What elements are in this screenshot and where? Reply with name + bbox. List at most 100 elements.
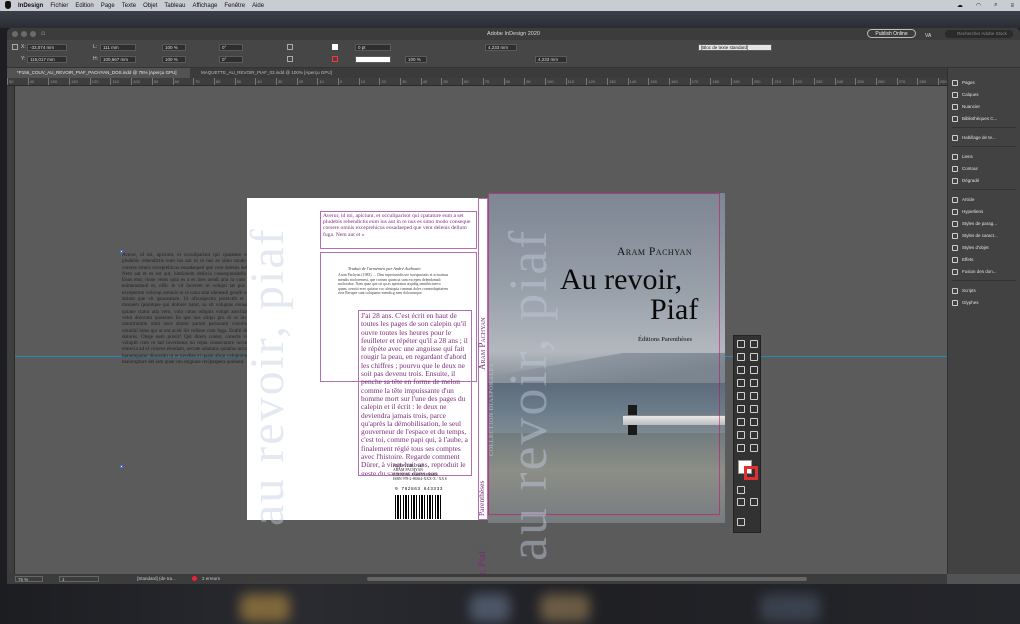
paragraph-style-status[interactable]: [Standard] (de tra...	[135, 576, 189, 582]
pen-tool-icon[interactable]	[737, 379, 745, 387]
isbn-barcode[interactable]	[395, 495, 443, 519]
formatting-container-icon[interactable]	[737, 486, 745, 494]
menu-affichage[interactable]: Affichage	[192, 3, 217, 9]
panel-item-libraries[interactable]: Bibliothèques C...	[952, 114, 997, 123]
w3-field[interactable]: 4,233 mm	[535, 56, 567, 63]
vertical-ruler[interactable]	[7, 86, 15, 574]
dock-app-icon[interactable]	[540, 594, 590, 622]
height-field[interactable]: 100,667 mm	[100, 56, 136, 63]
selection-tool-icon[interactable]	[737, 340, 745, 348]
zoom-level-field[interactable]: 75 %	[15, 576, 43, 582]
page-number-field[interactable]: 1	[59, 576, 99, 582]
close-window-button[interactable]	[12, 31, 18, 37]
panel-item-gradient[interactable]: Dégradé	[952, 176, 979, 185]
panel-item-glyphs[interactable]: Glyphes	[952, 298, 979, 307]
scale-x-field[interactable]: 100 %	[162, 44, 186, 51]
selection-handle[interactable]	[120, 250, 123, 253]
page-tool-icon[interactable]	[737, 353, 745, 361]
gap-tool-icon[interactable]	[750, 353, 758, 361]
menu-app-name[interactable]: InDesign	[18, 3, 43, 9]
note-tool-icon[interactable]	[737, 431, 745, 439]
scissors-tool-icon[interactable]	[737, 405, 745, 413]
panel-item-article[interactable]: Article	[952, 195, 975, 204]
rectangle-tool-icon[interactable]	[750, 392, 758, 400]
apply-none-icon[interactable]	[750, 498, 758, 506]
panel-item-links[interactable]: Liens	[952, 152, 973, 161]
stroke-color-icon[interactable]	[744, 466, 758, 480]
apply-color-icon[interactable]	[737, 498, 745, 506]
panel-item-scripts[interactable]: Scripts	[952, 286, 976, 295]
publish-online-button[interactable]: Publish Online	[867, 29, 916, 38]
creative-cloud-icon[interactable]: ☁	[957, 2, 963, 9]
panel-item-effects[interactable]: Effets	[952, 255, 973, 264]
y-field[interactable]: 115,017 mm	[27, 56, 67, 63]
menu-edition[interactable]: Edition	[75, 3, 93, 9]
shear-field[interactable]: 0°	[219, 56, 243, 63]
width-field[interactable]: 111 mm	[100, 44, 136, 51]
panel-item-text-wrap[interactable]: Habillage de te...	[952, 133, 996, 142]
wifi-icon[interactable]: ◠	[976, 2, 981, 9]
panel-item-pages[interactable]: Pages	[952, 78, 975, 87]
horizontal-ruler[interactable]: 50 40 150 130 120 110 100 90 80 70 60 50 40 30 20 10 0 10…	[7, 78, 947, 86]
rotation-field[interactable]: 0°	[219, 44, 243, 51]
opacity-field[interactable]: 100 %	[405, 56, 427, 63]
menu-tableau[interactable]: Tableau	[164, 3, 185, 9]
apple-icon[interactable]	[5, 1, 11, 9]
rectangle-frame-tool-icon[interactable]	[737, 392, 745, 400]
menu-fichier[interactable]: Fichier	[50, 3, 68, 9]
back-quote-frame[interactable]: J'ai 28 ans. C'est écrit en haut de tout…	[358, 310, 472, 476]
x-field[interactable]: -33,074 mm	[27, 44, 67, 51]
preflight-error-icon[interactable]	[192, 576, 197, 581]
object-style-dropdown[interactable]: [Bloc de texte standard]	[698, 44, 772, 51]
w2-field[interactable]: 4,233 mm	[485, 44, 517, 51]
preflight-errors[interactable]: 2 erreurs	[200, 576, 238, 582]
search-icon[interactable]: ⌕	[994, 2, 997, 9]
back-blurb-frame[interactable]: Averur, id mi, apiciunt, et occulipariso…	[320, 211, 477, 249]
screen-mode-icon[interactable]	[737, 518, 745, 526]
panel-item-hyperlinks[interactable]: Hyperliens	[952, 207, 983, 216]
menu-fenetre[interactable]: Fenêtre	[224, 3, 245, 9]
panel-item-data-merge[interactable]: Fusion des don...	[952, 267, 997, 276]
dock-app-icon[interactable]	[470, 594, 510, 622]
fill-swatch-icon[interactable]	[332, 44, 338, 50]
gradient-tool-icon[interactable]	[737, 418, 745, 426]
eyedropper-tool-icon[interactable]	[750, 431, 758, 439]
panel-item-swatches[interactable]: Nuancier	[952, 102, 980, 111]
flip-icon[interactable]	[287, 56, 293, 62]
scale-y-field[interactable]: 100 %	[162, 56, 186, 63]
panel-item-stroke[interactable]: Contour	[952, 164, 978, 173]
type-tool-icon[interactable]	[737, 366, 745, 374]
zoom-window-button[interactable]	[30, 31, 36, 37]
tab-cover-document[interactable]: *P156_COUV_AU_REVOIR_PIAF_PACHYAN_DOS.in…	[7, 68, 190, 78]
horizontal-scrollbar[interactable]	[367, 577, 807, 581]
panel-item-paragraph-styles[interactable]: Styles de parag...	[952, 219, 997, 228]
dock-app-icon[interactable]	[760, 594, 820, 622]
panel-item-object-styles[interactable]: Styles d'objet	[952, 243, 989, 252]
stroke-swatch-icon[interactable]	[332, 56, 338, 62]
menu-page[interactable]: Page	[101, 3, 115, 9]
tab-layout-document[interactable]: MAQUETTE_AU_REVOIR_PIAF_03.indd @ 100% […	[191, 68, 366, 78]
panel-item-layers[interactable]: Calques	[952, 90, 979, 99]
dock-app-icon[interactable]	[240, 594, 290, 622]
line-tool-icon[interactable]	[750, 366, 758, 374]
selection-handle[interactable]	[120, 465, 123, 468]
menu-texte[interactable]: Texte	[122, 3, 136, 9]
menu-aide[interactable]: Aide	[252, 3, 264, 9]
hand-tool-icon[interactable]	[737, 444, 745, 452]
rotate-icon[interactable]	[287, 44, 293, 50]
direct-selection-tool-icon[interactable]	[750, 340, 758, 348]
minimize-window-button[interactable]	[21, 31, 27, 37]
pasteboard[interactable]: Averur, id mi, apiciunt, et occulipariso…	[15, 86, 947, 574]
home-icon[interactable]: ⌂	[41, 28, 45, 40]
pencil-tool-icon[interactable]	[750, 379, 758, 387]
stock-search-input[interactable]: Rechercher Adobe Stock	[945, 30, 1013, 38]
stroke-type-field[interactable]	[355, 56, 391, 63]
gradient-feather-tool-icon[interactable]	[750, 418, 758, 426]
reference-point-icon[interactable]	[12, 44, 18, 50]
stroke-weight-field[interactable]: 0 pt	[355, 44, 391, 51]
control-center-icon[interactable]: ≡	[1010, 3, 1014, 9]
menu-objet[interactable]: Objet	[143, 3, 157, 9]
panel-item-character-styles[interactable]: Styles de caract...	[952, 231, 998, 240]
zoom-tool-icon[interactable]	[750, 444, 758, 452]
free-transform-tool-icon[interactable]	[750, 405, 758, 413]
